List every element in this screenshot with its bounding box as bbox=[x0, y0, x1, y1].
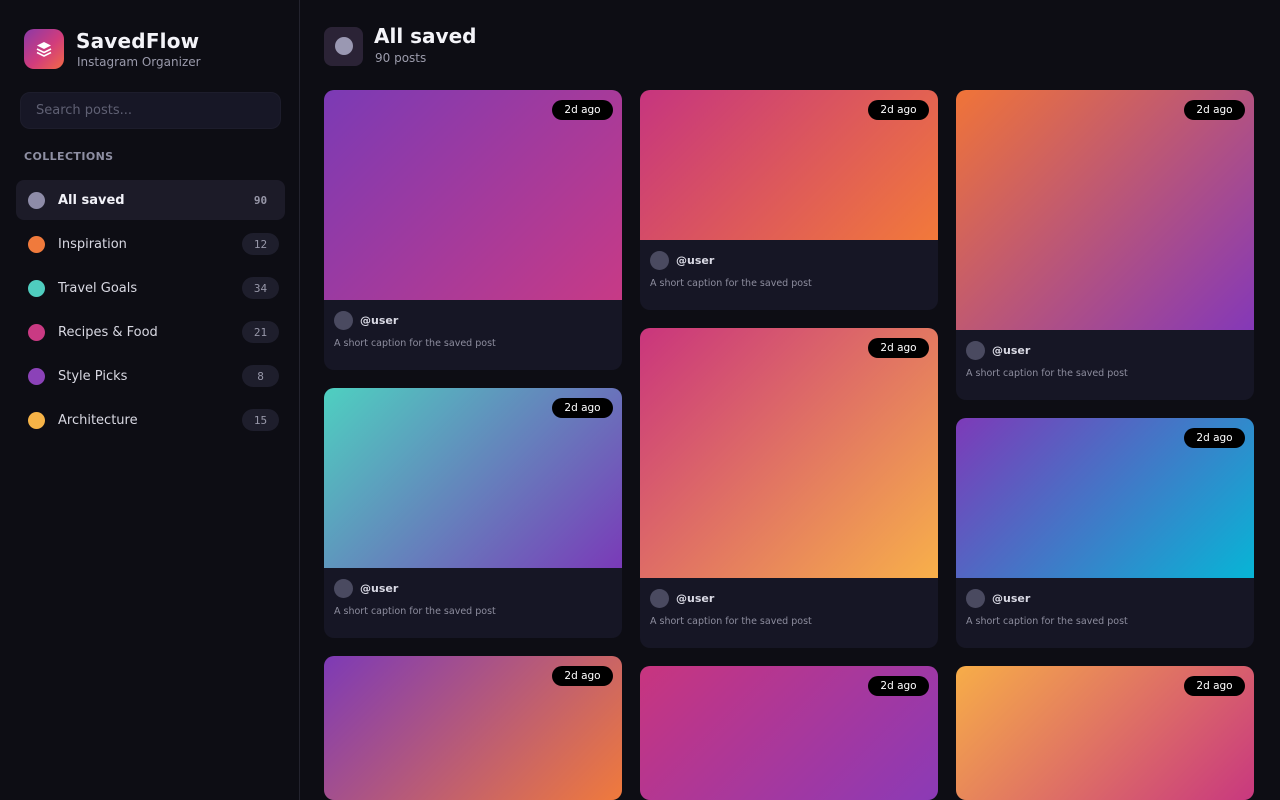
collection-label: Style Picks bbox=[58, 368, 128, 384]
post-username: @user bbox=[992, 592, 1031, 605]
post-caption: A short caption for the saved post bbox=[334, 606, 496, 617]
collection-label: All saved bbox=[58, 192, 125, 208]
time-badge: 2d ago bbox=[1184, 428, 1245, 448]
collection-dot-icon bbox=[28, 191, 45, 209]
time-badge: 2d ago bbox=[868, 676, 929, 696]
avatar bbox=[966, 589, 985, 608]
collection-count: 21 bbox=[242, 321, 279, 343]
collection-dot-icon bbox=[28, 411, 45, 429]
avatar bbox=[650, 251, 669, 270]
post-image: 2d ago bbox=[956, 418, 1254, 578]
post-username: @user bbox=[992, 344, 1031, 357]
collection-icon bbox=[324, 26, 363, 66]
page-title: All saved bbox=[374, 24, 477, 48]
page-header: All saved 90 posts bbox=[324, 24, 476, 66]
avatar bbox=[966, 341, 985, 360]
collection-travel-goals[interactable]: Travel Goals 34 bbox=[16, 268, 285, 308]
post-image: 2d ago bbox=[956, 666, 1254, 800]
post-image: 2d ago bbox=[324, 656, 622, 800]
collection-recipes-food[interactable]: Recipes & Food 21 bbox=[16, 312, 285, 352]
avatar bbox=[334, 311, 353, 330]
collections-heading: COLLECTIONS bbox=[24, 150, 114, 163]
brand: SavedFlow Instagram Organizer bbox=[24, 28, 201, 70]
collection-architecture[interactable]: Architecture 15 bbox=[16, 400, 285, 440]
search-input[interactable] bbox=[21, 93, 280, 128]
post-card[interactable]: 2d ago @user A short caption for the sav… bbox=[324, 388, 622, 638]
collection-dot-icon bbox=[28, 323, 45, 341]
app-name: SavedFlow bbox=[76, 29, 200, 53]
time-badge: 2d ago bbox=[1184, 676, 1245, 696]
post-caption: A short caption for the saved post bbox=[966, 616, 1128, 627]
post-caption: A short caption for the saved post bbox=[966, 368, 1128, 379]
time-badge: 2d ago bbox=[552, 100, 613, 120]
time-badge: 2d ago bbox=[868, 100, 929, 120]
search-box bbox=[20, 92, 281, 129]
post-username: @user bbox=[676, 254, 715, 267]
post-username: @user bbox=[676, 592, 715, 605]
collection-label: Travel Goals bbox=[58, 280, 138, 296]
post-image: 2d ago bbox=[956, 90, 1254, 330]
post-card[interactable]: 2d ago bbox=[956, 666, 1254, 800]
collection-dot-icon bbox=[28, 367, 45, 385]
collection-inspiration[interactable]: Inspiration 12 bbox=[16, 224, 285, 264]
post-username: @user bbox=[360, 314, 399, 327]
time-badge: 2d ago bbox=[552, 666, 613, 686]
post-count: 90 posts bbox=[375, 51, 427, 65]
post-card[interactable]: 2d ago @user A short caption for the sav… bbox=[324, 90, 622, 370]
app-subtitle: Instagram Organizer bbox=[77, 55, 201, 69]
collection-count: 8 bbox=[242, 365, 279, 387]
collection-count: 90 bbox=[253, 193, 268, 207]
post-card[interactable]: 2d ago @user A short caption for the sav… bbox=[956, 90, 1254, 400]
post-image: 2d ago bbox=[640, 328, 938, 578]
collection-count: 12 bbox=[242, 233, 279, 255]
post-caption: A short caption for the saved post bbox=[650, 616, 812, 627]
collections-list: All saved 90 Inspiration 12 Travel Goals… bbox=[16, 180, 285, 444]
post-image: 2d ago bbox=[640, 666, 938, 800]
post-card[interactable]: 2d ago @user A short caption for the sav… bbox=[640, 328, 938, 648]
collection-dot-icon bbox=[28, 235, 45, 253]
post-card[interactable]: 2d ago @user A short caption for the sav… bbox=[956, 418, 1254, 648]
post-card[interactable]: 2d ago @user A short caption for the sav… bbox=[640, 90, 938, 310]
avatar bbox=[650, 589, 669, 608]
post-card[interactable]: 2d ago bbox=[324, 656, 622, 800]
avatar bbox=[334, 579, 353, 598]
time-badge: 2d ago bbox=[552, 398, 613, 418]
collection-label: Recipes & Food bbox=[58, 324, 158, 340]
post-image: 2d ago bbox=[324, 90, 622, 300]
collection-count: 34 bbox=[242, 277, 279, 299]
post-caption: A short caption for the saved post bbox=[650, 278, 812, 289]
collection-count: 15 bbox=[242, 409, 279, 431]
collection-label: Inspiration bbox=[58, 236, 127, 252]
collection-all-saved[interactable]: All saved 90 bbox=[16, 180, 285, 220]
time-badge: 2d ago bbox=[868, 338, 929, 358]
collection-dot-icon bbox=[28, 279, 45, 297]
collection-style-picks[interactable]: Style Picks 8 bbox=[16, 356, 285, 396]
post-card[interactable]: 2d ago bbox=[640, 666, 938, 800]
post-caption: A short caption for the saved post bbox=[334, 338, 496, 349]
time-badge: 2d ago bbox=[1184, 100, 1245, 120]
post-image: 2d ago bbox=[324, 388, 622, 568]
sidebar: SavedFlow Instagram Organizer COLLECTION… bbox=[0, 0, 300, 800]
post-image: 2d ago bbox=[640, 90, 938, 240]
layers-icon bbox=[24, 29, 64, 69]
post-username: @user bbox=[360, 582, 399, 595]
collection-label: Architecture bbox=[58, 412, 138, 428]
